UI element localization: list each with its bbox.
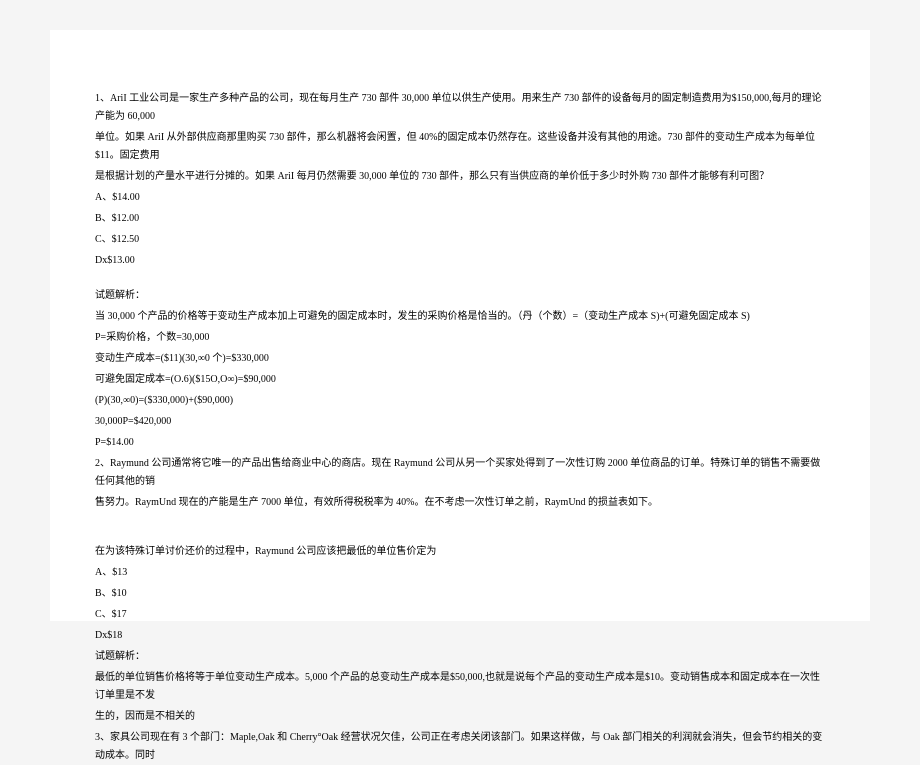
q1-analysis-3: 变动生产成本=($11)(30,∞0 个)=$330,000 — [95, 350, 825, 368]
q1-analysis-7: P=$14.00 — [95, 434, 825, 452]
q2-analysis-2: 生的，因而是不相关的 — [95, 708, 825, 726]
document-page: 1、AriI 工业公司是一家生产多种产品的公司，现在每月生产 730 部件 30… — [50, 30, 870, 621]
q3-text-1: 3、家具公司现在有 3 个部门：Maple,Oak 和 Cherry°Oak 经… — [95, 729, 825, 765]
q1-text-2: 单位。如果 AriI 从外部供应商那里购买 730 部件，那么机器将会闲置，但 … — [95, 129, 825, 165]
q2-text-3: 在为该特殊订单讨价还价的过程中，Raymund 公司应该把最低的单位售价定为 — [95, 543, 825, 561]
spacer — [95, 273, 825, 287]
q1-option-c: C、$12.50 — [95, 231, 825, 249]
q1-analysis-label: 试题解析： — [95, 287, 825, 305]
spacer — [95, 529, 825, 543]
q2-text-1: 2、Raymund 公司通常将它唯一的产品出售给商业中心的商店。现在 Raymu… — [95, 455, 825, 491]
q1-text-3: 是根据计划的产量水平进行分摊的。如果 AriI 每月仍然需要 30,000 单位… — [95, 168, 825, 186]
q1-option-d: Dx$13.00 — [95, 252, 825, 270]
q1-text-1: 1、AriI 工业公司是一家生产多种产品的公司，现在每月生产 730 部件 30… — [95, 90, 825, 126]
q2-option-c: C、$17 — [95, 606, 825, 624]
q1-analysis-6: 30,000P=$420,000 — [95, 413, 825, 431]
q1-analysis-5: (P)(30,∞0)=($330,000)+($90,000) — [95, 392, 825, 410]
q1-option-b: B、$12.00 — [95, 210, 825, 228]
q1-analysis-1: 当 30,000 个产品的价格等于变动生产成本加上可避免的固定成本时，发生的采购… — [95, 308, 825, 326]
q2-option-d: Dx$18 — [95, 627, 825, 645]
q2-text-2: 售努力。RaymUnd 现在的产能是生产 7000 单位，有效所得税税率为 40… — [95, 494, 825, 512]
q1-option-a: A、$14.00 — [95, 189, 825, 207]
q2-option-a: A、$13 — [95, 564, 825, 582]
q2-analysis-1: 最低的单位销售价格将等于单位变动生产成本。5,000 个产品的总变动生产成本是$… — [95, 669, 825, 705]
q1-analysis-4: 可避免固定成本=(O.6)($15O,O∞)=$90,000 — [95, 371, 825, 389]
spacer — [95, 515, 825, 529]
q2-option-b: B、$10 — [95, 585, 825, 603]
q1-analysis-2: P=采购价格，个数=30,000 — [95, 329, 825, 347]
